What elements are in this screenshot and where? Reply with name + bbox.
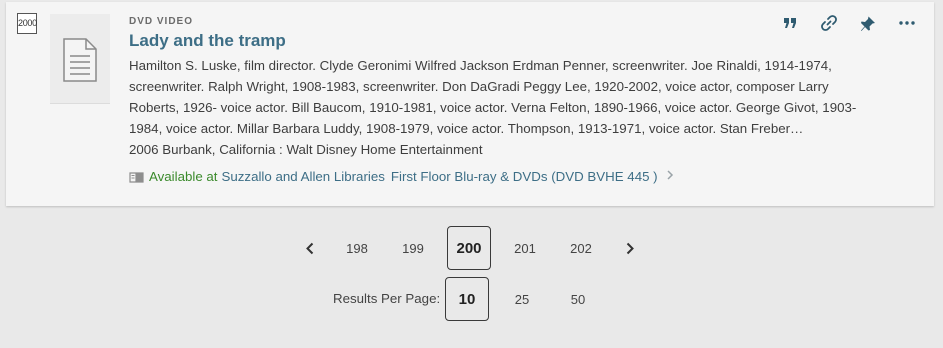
availability-location: First Floor Blu-ray & DVDs (DVD BVHE 445… (390, 169, 658, 184)
record-thumbnail[interactable] (50, 14, 110, 104)
citation-quote-icon (784, 18, 796, 28)
availability-library: Suzzallo and Allen Libraries (221, 169, 385, 184)
permalink-chain-icon (821, 15, 837, 31)
citation-button[interactable] (779, 12, 801, 34)
record-actions (779, 12, 918, 34)
results-per-page-option[interactable]: 25 (500, 277, 544, 321)
resource-type-label: DVD VIDEO (129, 16, 194, 27)
results-per-page-label: Results Per Page: (333, 291, 441, 306)
chevron-right-icon (626, 242, 634, 254)
next-page-button[interactable] (616, 226, 644, 270)
results-per-page-option[interactable]: 50 (556, 277, 600, 321)
document-icon (63, 38, 97, 82)
record-publisher: 2006 Burbank, California : Walt Disney H… (129, 142, 483, 157)
pin-icon (861, 15, 875, 31)
chevron-right-icon (666, 168, 674, 186)
page-button[interactable]: 201 (503, 226, 547, 270)
previous-page-button[interactable] (296, 226, 324, 270)
record-title-link[interactable]: Lady and the tramp (129, 30, 869, 52)
more-options-icon (899, 21, 915, 25)
pin-button[interactable] (857, 12, 879, 34)
pagination: 198 199 200 201 202 (296, 226, 646, 270)
more-options-button[interactable] (896, 12, 918, 34)
results-per-page-option-selected[interactable]: 10 (445, 277, 489, 321)
record-authors: Hamilton S. Luske, film director. Clyde … (129, 58, 857, 136)
page-button[interactable]: 199 (391, 226, 435, 270)
page-button[interactable]: 198 (335, 226, 379, 270)
current-page-button[interactable]: 200 (447, 226, 491, 270)
availability-status: Available at (149, 169, 218, 184)
search-result-card: 2000 DVD VIDEO Lady and the tramp Hamilt… (6, 2, 934, 206)
record-details: DVD VIDEO Lady and the tramp Hamilton S.… (129, 16, 869, 186)
chevron-left-icon (306, 242, 314, 254)
page-button[interactable]: 202 (559, 226, 603, 270)
permalink-button[interactable] (818, 12, 840, 34)
results-per-page: Results Per Page: 10 25 50 (333, 277, 603, 321)
book-open-icon (129, 172, 144, 183)
record-number: 2000 (17, 13, 37, 34)
availability-link[interactable]: Available at Suzzallo and Allen Librarie… (129, 168, 869, 186)
